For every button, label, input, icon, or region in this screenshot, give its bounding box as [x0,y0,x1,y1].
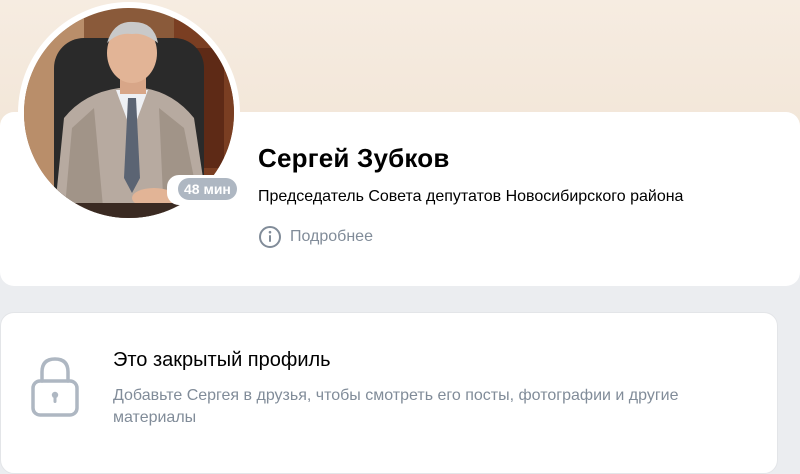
info-circle-icon [259,226,281,248]
closed-profile-title: Это закрытый профиль [113,349,331,371]
more-info-button[interactable]: Подробнее [258,225,373,249]
profile-name: Сергей Зубков [258,143,450,173]
online-time-text: 48 мин [178,178,237,200]
lock-icon [30,355,80,419]
closed-profile-description: Добавьте Сергея в друзья, чтобы смотреть… [113,387,679,426]
more-info-label: Подробнее [290,228,373,245]
online-time-badge: 48 мин [167,175,248,205]
profile-status: Председатель Совета депутатов Новосибирс… [258,188,684,205]
